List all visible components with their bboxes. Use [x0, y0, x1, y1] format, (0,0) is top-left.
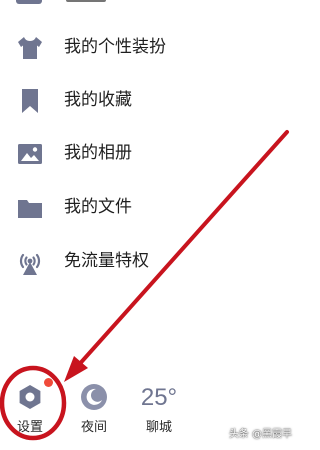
menu-item-label: 免流量特权 — [64, 251, 149, 271]
menu-item-label: 我的收藏 — [64, 90, 132, 110]
weather-widget[interactable]: 25° 聊城 — [134, 384, 184, 435]
weather-temperature: 25° — [140, 384, 178, 411]
cut-off-menu-label — [66, 0, 106, 2]
menu-item-label: 我的文件 — [64, 197, 132, 217]
folder-icon — [18, 200, 42, 218]
signal-tower-icon — [19, 253, 41, 275]
night-mode-label: 夜间 — [80, 420, 107, 435]
menu-item-label: 我的个性装扮 — [64, 37, 166, 57]
menu-item-files[interactable]: 我的文件 — [0, 182, 300, 232]
menu-item-album[interactable]: 我的相册 — [0, 128, 300, 178]
settings-button[interactable]: 设置 — [10, 382, 50, 435]
menu-item-label: 我的相册 — [64, 143, 132, 163]
weather-city: 聊城 — [145, 420, 172, 435]
moon-icon — [81, 384, 107, 410]
night-mode-button[interactable]: 夜间 — [74, 382, 114, 435]
notification-badge — [44, 378, 53, 387]
menu-item-free-data[interactable]: 免流量特权 — [0, 236, 300, 286]
menu-item-favorites[interactable]: 我的收藏 — [0, 75, 300, 125]
image-icon — [18, 144, 42, 164]
cut-off-menu-icon — [16, 0, 42, 4]
bookmark-icon — [22, 89, 38, 113]
settings-icon — [19, 385, 41, 409]
shirt-icon — [18, 37, 42, 59]
menu-item-personal-decor[interactable]: 我的个性装扮 — [0, 22, 300, 72]
settings-label: 设置 — [16, 420, 43, 435]
watermark-text: 头条 @黑霞早 — [228, 429, 292, 440]
sidebar-panel: 我的个性装扮 我的收藏 我的相册 我的文件 免流量特权 设置 夜间 25° 聊城… — [0, 0, 300, 450]
